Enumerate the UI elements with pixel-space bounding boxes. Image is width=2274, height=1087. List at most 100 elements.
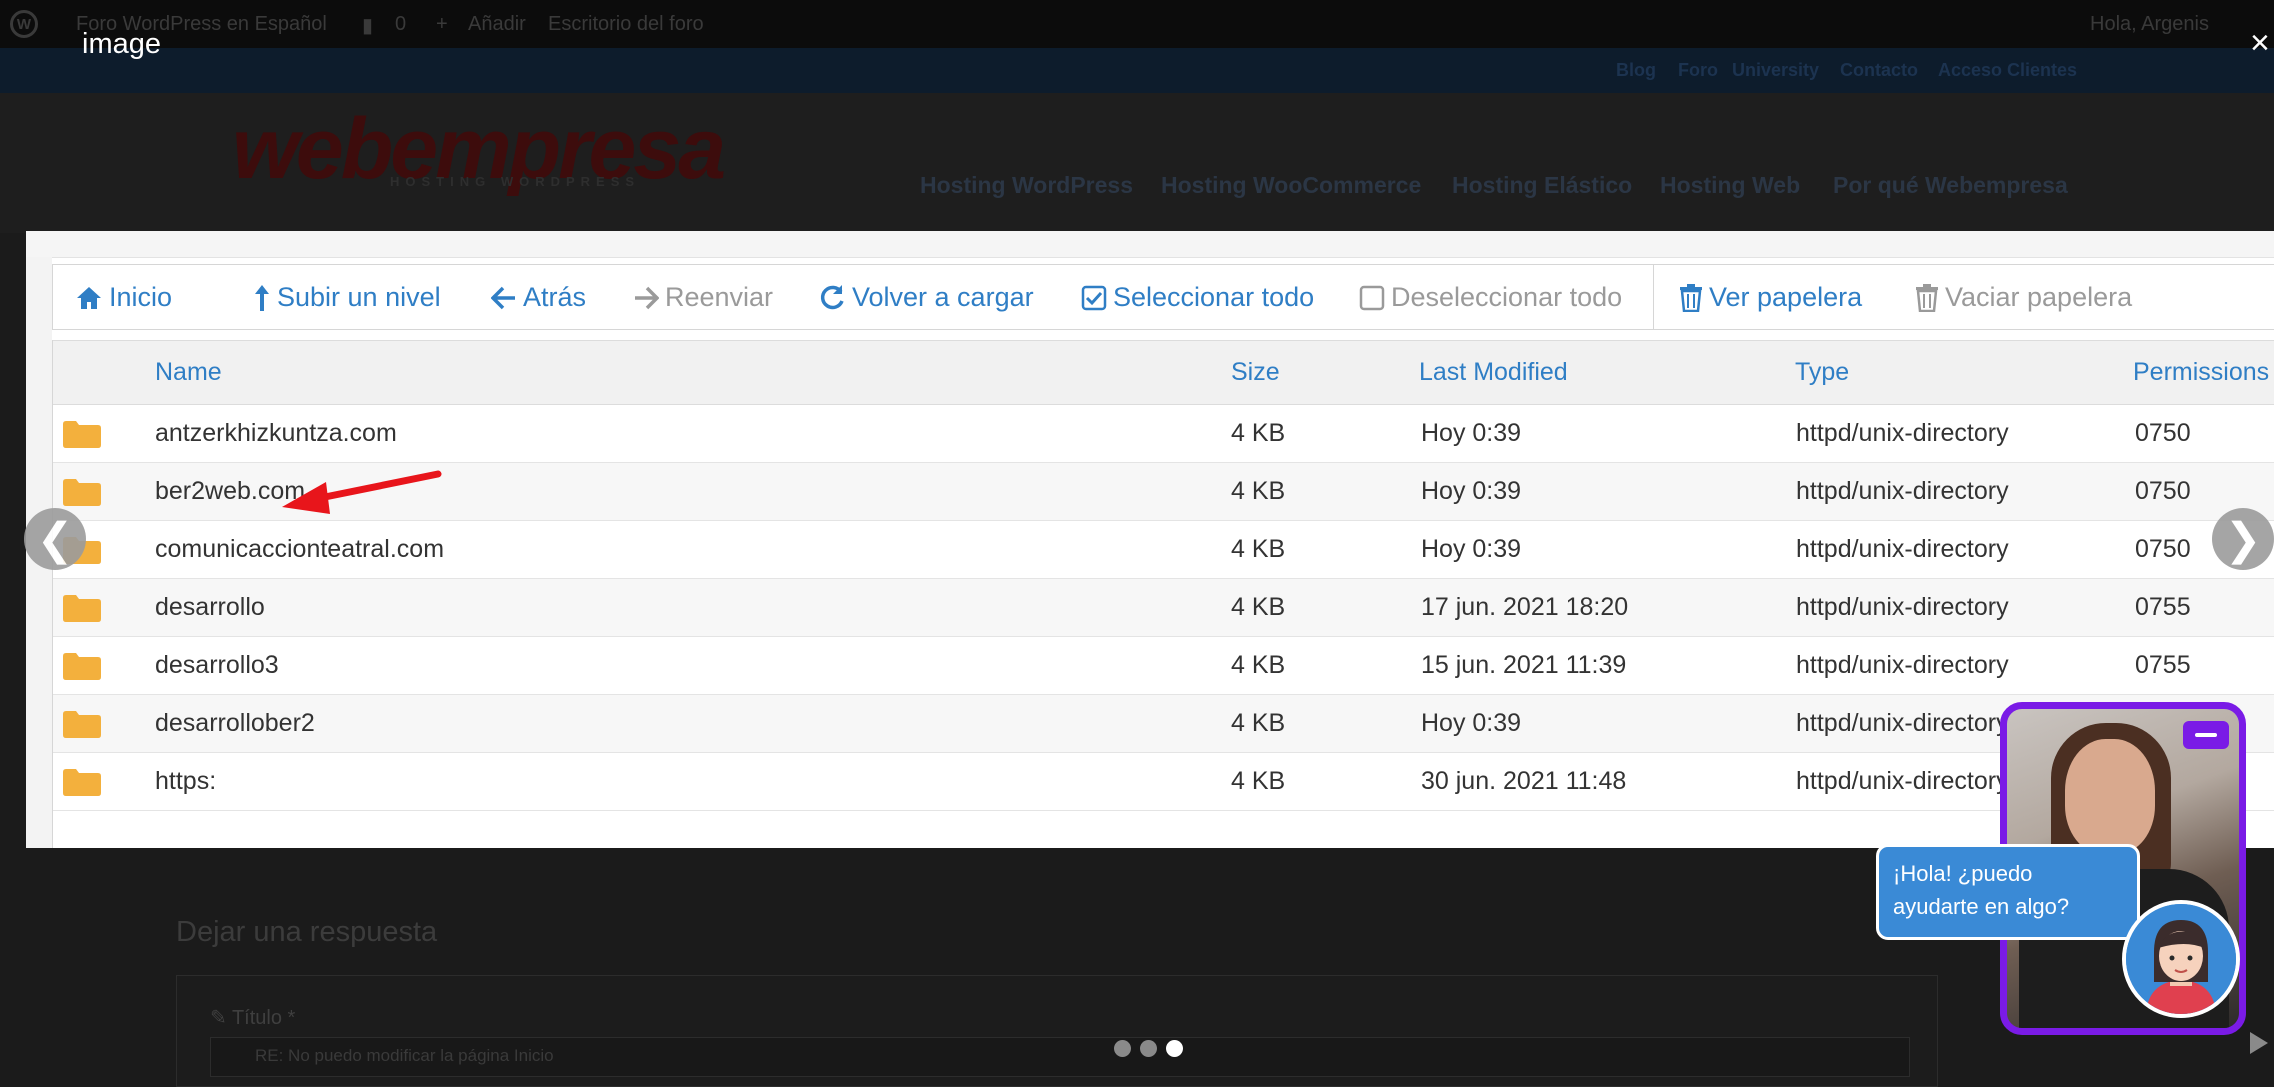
pagination-dot[interactable] <box>1140 1040 1157 1057</box>
column-header-name[interactable]: Name <box>155 358 222 387</box>
level-up-button[interactable]: Subir un nivel <box>253 282 441 313</box>
admin-bar-add-new[interactable]: Añadir <box>468 13 526 36</box>
main-menu-item[interactable]: Hosting Elástico <box>1452 172 1632 199</box>
annotation-arrow-icon <box>282 470 442 514</box>
back-button[interactable]: Atrás <box>491 282 586 313</box>
toolbar-separator <box>1653 265 1654 329</box>
view-trash-button[interactable]: Ver papelera <box>1679 282 1862 313</box>
folder-icon <box>63 421 101 448</box>
arrow-right-icon <box>635 286 659 309</box>
home-icon <box>77 286 101 309</box>
table-row[interactable]: desarrollo3 4 KB 15 jun. 2021 11:39 http… <box>53 637 2274 695</box>
image-top-strip <box>26 231 2274 258</box>
view-trash-button-label: Ver papelera <box>1709 282 1863 312</box>
column-header-size[interactable]: Size <box>1231 358 1280 387</box>
file-name[interactable]: https: <box>155 767 216 796</box>
file-modified: Hoy 0:39 <box>1421 419 1522 447</box>
file-list-table: Name Size Last Modified Type Permissions… <box>52 340 2274 848</box>
lightbox-image: Inicio Subir un nivel Atrás Reenviar Vol… <box>26 231 2274 848</box>
file-type: httpd/unix-directory <box>1796 651 2009 679</box>
main-menu-item[interactable]: Por qué Webempresa <box>1833 172 2068 199</box>
plus-icon[interactable]: + <box>436 13 448 36</box>
file-name[interactable]: desarrollo3 <box>155 651 279 680</box>
table-row[interactable]: https: 4 KB 30 jun. 2021 11:48 httpd/uni… <box>53 753 2274 811</box>
select-all-button-label: Seleccionar todo <box>1113 282 1315 312</box>
table-row[interactable]: antzerkhizkuntza.com 4 KB Hoy 0:39 httpd… <box>53 405 2274 463</box>
admin-bar-dashboard[interactable]: Escritorio del foro <box>548 13 704 36</box>
play-icon[interactable] <box>2250 1032 2268 1054</box>
reply-title-input[interactable]: RE: No puedo modificar la página Inicio <box>210 1037 1910 1077</box>
file-size: 4 KB <box>1231 767 1286 795</box>
file-modified: 17 jun. 2021 18:20 <box>1421 593 1629 621</box>
file-name[interactable]: antzerkhizkuntza.com <box>155 419 397 448</box>
file-type: httpd/unix-directory <box>1796 767 2009 795</box>
checkbox-empty-icon <box>1359 285 1385 310</box>
file-manager-toolbar: Inicio Subir un nivel Atrás Reenviar Vol… <box>52 264 2274 330</box>
video-person-face <box>2065 739 2155 854</box>
column-header-permissions[interactable]: Permissions <box>2133 358 2269 387</box>
file-permissions: 0755 <box>2135 651 2191 679</box>
minimize-button[interactable] <box>2183 721 2229 749</box>
comments-icon[interactable]: ▮ <box>362 13 373 38</box>
deselect-all-button-label: Deseleccionar todo <box>1391 282 1623 312</box>
file-size: 4 KB <box>1231 477 1286 505</box>
file-type: httpd/unix-directory <box>1796 419 2009 447</box>
main-menu-item[interactable]: Hosting Web <box>1660 172 1800 199</box>
folder-icon <box>63 653 101 680</box>
file-name[interactable]: desarrollober2 <box>155 709 315 738</box>
empty-trash-button-label: Vaciar papelera <box>1945 282 2133 312</box>
file-modified: 15 jun. 2021 11:39 <box>1421 651 1627 679</box>
chat-greeting-bubble[interactable]: ¡Hola! ¿puedo ayudarte en algo? <box>1876 844 2140 940</box>
lightbox-prev-button[interactable]: ❮ <box>24 508 86 570</box>
file-size: 4 KB <box>1231 593 1286 621</box>
reload-button[interactable]: Volver a cargar <box>818 282 1034 313</box>
topnav-link[interactable]: Foro <box>1678 60 1718 81</box>
topnav-link[interactable]: University <box>1732 60 1819 81</box>
file-modified: Hoy 0:39 <box>1421 477 1522 505</box>
pagination-dot[interactable] <box>1114 1040 1131 1057</box>
forward-button-label: Reenviar <box>665 282 774 312</box>
main-menu-item[interactable]: Hosting WordPress <box>920 172 1133 199</box>
lightbox-caption: image <box>82 28 161 60</box>
table-row[interactable]: comunicaccionteatral.com 4 KB Hoy 0:39 h… <box>53 521 2274 579</box>
table-header: Name Size Last Modified Type Permissions <box>53 340 2274 405</box>
pagination-dot-active[interactable] <box>1166 1040 1183 1057</box>
home-button[interactable]: Inicio <box>75 282 172 313</box>
arrow-left-icon <box>491 286 515 309</box>
table-row[interactable]: desarrollober2 4 KB Hoy 0:39 httpd/unix-… <box>53 695 2274 753</box>
folder-icon <box>63 769 101 796</box>
wordpress-logo-icon[interactable]: W <box>10 10 38 38</box>
admin-bar-greeting[interactable]: Hola, Argenis <box>2090 13 2209 36</box>
reload-button-label: Volver a cargar <box>852 282 1034 312</box>
topnav-link[interactable]: Acceso Clientes <box>1938 60 2077 81</box>
main-menu-item[interactable]: Hosting WooCommerce <box>1161 172 1421 199</box>
file-size: 4 KB <box>1231 535 1286 563</box>
chat-avatar[interactable] <box>2122 900 2240 1018</box>
column-header-type[interactable]: Type <box>1795 358 1849 387</box>
folder-icon <box>63 479 101 506</box>
file-name[interactable]: comunicaccionteatral.com <box>155 535 444 564</box>
column-header-last-modified[interactable]: Last Modified <box>1419 358 1568 387</box>
close-icon[interactable]: × <box>2250 26 2270 60</box>
table-row[interactable]: desarrollo 4 KB 17 jun. 2021 18:20 httpd… <box>53 579 2274 637</box>
agent-avatar-icon <box>2126 904 2236 1014</box>
deselect-all-button[interactable]: Deseleccionar todo <box>1359 282 1622 313</box>
trash-icon <box>1680 283 1702 312</box>
file-permissions: 0755 <box>2135 593 2191 621</box>
wp-admin-bar: W Foro WordPress en Español ▮ 0 + Añadir… <box>0 0 2274 48</box>
topnav-link[interactable]: Contacto <box>1840 60 1918 81</box>
reply-heading: Dejar una respuesta <box>176 916 438 948</box>
file-permissions: 0750 <box>2135 477 2191 505</box>
lightbox-next-button[interactable]: ❯ <box>2212 508 2274 570</box>
comments-count[interactable]: 0 <box>395 13 406 36</box>
site-logo-tagline: HOSTING WORDPRESS <box>390 174 641 189</box>
file-permissions: 0750 <box>2135 419 2191 447</box>
home-button-label: Inicio <box>109 282 173 312</box>
reply-title-label: ✎ Título * <box>210 1007 296 1029</box>
file-name[interactable]: desarrollo <box>155 593 265 622</box>
topnav-link[interactable]: Blog <box>1616 60 1656 81</box>
empty-trash-button[interactable]: Vaciar papelera <box>1915 282 2132 313</box>
forward-button[interactable]: Reenviar <box>633 282 773 313</box>
top-navigation: Blog Foro University Contacto Acceso Cli… <box>0 48 2274 93</box>
select-all-button[interactable]: Seleccionar todo <box>1081 282 1314 313</box>
